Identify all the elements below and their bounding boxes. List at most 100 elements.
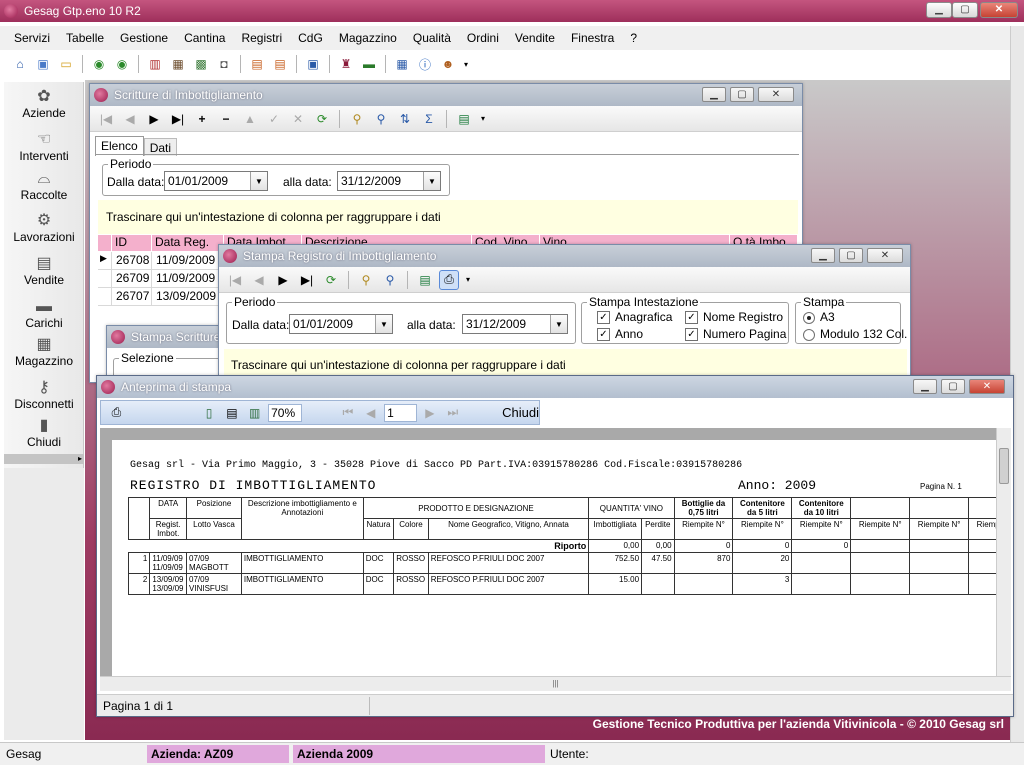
print-icon[interactable]: ⎙ <box>107 403 126 423</box>
multi-page-icon[interactable]: ▥ <box>245 403 264 423</box>
truck-icon[interactable]: ▬ <box>359 54 379 74</box>
stampa-registro-close-button[interactable]: ✕ <box>867 248 903 263</box>
sidebar-item-raccolte[interactable]: ⌓ Raccolte <box>4 170 84 202</box>
toolbar-overflow-icon[interactable]: ▾ <box>478 109 488 129</box>
scritture-minimize-button[interactable]: ▁ <box>702 87 726 102</box>
search-icon[interactable]: ⚲ <box>371 109 391 129</box>
image-icon[interactable]: ▦ <box>168 54 188 74</box>
chiudi-button[interactable]: Chiudi <box>502 405 539 420</box>
refresh-icon[interactable]: ⟳ <box>312 109 332 129</box>
chevron-down-icon[interactable]: ▼ <box>250 172 267 190</box>
menu-gestione[interactable]: Gestione <box>112 31 176 45</box>
scritture-alla-input[interactable]: 31/12/2009 ▼ <box>337 171 441 191</box>
sidebar-item-magazzino[interactable]: ▦ Magazzino <box>4 336 84 368</box>
sidebar-item-vendite[interactable]: ▤ Vendite <box>4 255 84 287</box>
prev-record-icon[interactable]: ◀ <box>249 270 269 290</box>
menu-qualita[interactable]: Qualità <box>405 31 459 45</box>
zoom-field[interactable]: 70% <box>268 403 303 422</box>
menu-cdg[interactable]: CdG <box>290 31 331 45</box>
refresh-icon[interactable]: ⟳ <box>321 270 341 290</box>
page-number-input[interactable]: 1 <box>384 403 417 422</box>
home-icon[interactable]: ⌂ <box>10 54 30 74</box>
first-record-icon[interactable]: |◀ <box>96 109 116 129</box>
single-page-icon[interactable]: ▯ <box>200 403 219 423</box>
excel-icon[interactable]: ▤ <box>415 270 435 290</box>
anteprima-close-button[interactable]: ✕ <box>969 379 1005 394</box>
menu-tabelle[interactable]: Tabelle <box>58 31 112 45</box>
scritture-maximize-button[interactable]: ▢ <box>730 87 754 102</box>
menu-registri[interactable]: Registri <box>233 31 290 45</box>
document-icon[interactable]: ▤ <box>247 54 267 74</box>
folder-icon[interactable]: ▭ <box>56 54 76 74</box>
add-record-icon[interactable]: + <box>192 109 212 129</box>
forward-circle-icon[interactable]: ◉ <box>112 54 132 74</box>
sum-icon[interactable]: Σ <box>419 109 439 129</box>
filter-icon[interactable]: ⚲ <box>356 270 376 290</box>
documents-icon[interactable]: ▤ <box>270 54 290 74</box>
menu-vendite[interactable]: Vendite <box>507 31 563 45</box>
table-row[interactable]: 26707 13/09/2009 <box>98 288 228 306</box>
next-page-icon[interactable]: ▶ <box>421 403 440 423</box>
sidebar-item-disconnetti[interactable]: ⚷ Disconnetti <box>4 379 84 411</box>
nome-registro-checkbox[interactable]: ✓ Nome Registro <box>685 310 783 325</box>
sidebar-item-lavorazioni[interactable]: ⚙ Lavorazioni <box>4 212 84 244</box>
cancel-icon[interactable]: ✕ <box>288 109 308 129</box>
col-id[interactable]: ID <box>112 235 152 251</box>
up-icon[interactable]: ▲ <box>240 109 260 129</box>
chart-icon[interactable]: ▥ <box>145 54 165 74</box>
menu-finestra[interactable]: Finestra <box>563 31 622 45</box>
tab-elenco[interactable]: Elenco <box>95 136 144 156</box>
last-record-icon[interactable]: ▶| <box>297 270 317 290</box>
menu-magazzino[interactable]: Magazzino <box>331 31 405 45</box>
close-button[interactable]: ✕ <box>980 2 1018 18</box>
prev-page-icon[interactable]: ◀ <box>361 403 380 423</box>
next-record-icon[interactable]: ▶ <box>273 270 293 290</box>
photo-icon[interactable]: ▩ <box>191 54 211 74</box>
menu-ordini[interactable]: Ordini <box>459 31 507 45</box>
radio-a3[interactable]: A3 <box>803 310 835 324</box>
stampa-registro-maximize-button[interactable]: ▢ <box>839 248 863 263</box>
registro-alla-input[interactable]: 31/12/2009 ▼ <box>462 314 568 334</box>
scritture-close-button[interactable]: ✕ <box>758 87 794 102</box>
windows-icon[interactable]: ▣ <box>33 54 53 74</box>
next-record-icon[interactable]: ▶ <box>144 109 164 129</box>
anno-checkbox[interactable]: ✓ Anno <box>597 327 643 342</box>
sidebar-item-interventi[interactable]: ☜ Interventi <box>4 131 84 163</box>
prev-record-icon[interactable]: ◀ <box>120 109 140 129</box>
sort-icon[interactable]: ⇅ <box>395 109 415 129</box>
numero-pagina-checkbox[interactable]: ✓ Numero Pagina <box>685 327 786 342</box>
radio-modulo-132[interactable]: Modulo 132 Col. <box>803 327 907 341</box>
sidebar-collapse-bar[interactable]: ▸ <box>4 454 84 464</box>
menu-cantina[interactable]: Cantina <box>176 31 233 45</box>
minimize-button[interactable]: ▁ <box>926 2 952 18</box>
sidebar-item-chiudi[interactable]: ▮ Chiudi <box>4 417 84 449</box>
back-circle-icon[interactable]: ◉ <box>89 54 109 74</box>
toolbar-overflow-icon[interactable]: ▾ <box>463 270 473 290</box>
search-icon[interactable]: ⚲ <box>380 270 400 290</box>
preview-vscrollbar[interactable] <box>996 428 1011 676</box>
calendar-icon[interactable]: ▦ <box>392 54 412 74</box>
anagrafica-checkbox[interactable]: ✓ Anagrafica <box>597 310 672 325</box>
menu-servizi[interactable]: Servizi <box>0 31 58 45</box>
chevron-down-icon[interactable]: ▼ <box>375 315 392 333</box>
first-page-icon[interactable]: ⏮ <box>339 403 358 423</box>
users-icon[interactable]: ☻ <box>438 54 458 74</box>
last-record-icon[interactable]: ▶| <box>168 109 188 129</box>
menu-help[interactable]: ? <box>622 31 645 45</box>
registro-dalla-input[interactable]: 01/01/2009 ▼ <box>289 314 393 334</box>
toolbar-overflow-icon[interactable]: ▾ <box>461 54 471 74</box>
chevron-down-icon[interactable]: ▼ <box>550 315 567 333</box>
table-row[interactable]: ▶ 26708 11/09/2009 <box>98 252 228 270</box>
sidebar-item-aziende[interactable]: ✿ Aziende <box>4 88 84 120</box>
confirm-icon[interactable]: ✓ <box>264 109 284 129</box>
chevron-down-icon[interactable]: ▼ <box>423 172 440 190</box>
filter-icon[interactable]: ⚲ <box>347 109 367 129</box>
network-icon[interactable]: ▣ <box>303 54 323 74</box>
preview-hscrollbar[interactable]: ||| <box>100 676 1011 691</box>
page-setup-icon[interactable]: ▤ <box>222 403 241 423</box>
sidebar-item-carichi[interactable]: ▬ Carichi <box>4 298 84 330</box>
first-record-icon[interactable]: |◀ <box>225 270 245 290</box>
table-row[interactable]: 26709 11/09/2009 <box>98 270 228 288</box>
last-page-icon[interactable]: ⏭ <box>443 403 462 423</box>
maximize-button[interactable]: ▢ <box>952 2 978 18</box>
